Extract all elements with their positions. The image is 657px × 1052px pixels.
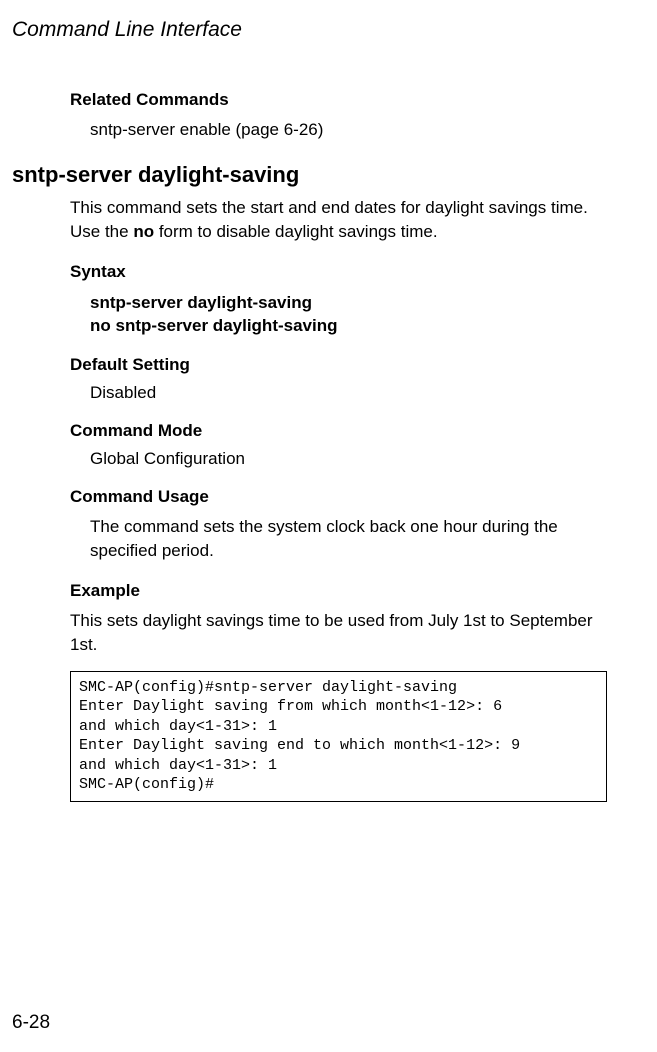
syntax-heading: Syntax xyxy=(70,262,627,282)
section-heading: sntp-server daylight-saving xyxy=(12,162,627,188)
content-area: Related Commands sntp-server enable (pag… xyxy=(0,90,657,802)
page-header: Command Line Interface xyxy=(0,0,657,42)
description-bold: no xyxy=(133,222,154,241)
example-description: This sets daylight savings time to be us… xyxy=(70,609,617,657)
related-command-item: sntp-server enable (page 6-26) xyxy=(90,120,627,140)
section-description: This command sets the start and end date… xyxy=(70,196,617,244)
syntax-line-2: no sntp-server daylight-saving xyxy=(90,315,627,338)
syntax-line-1: sntp-server daylight-saving xyxy=(90,292,627,315)
default-setting-heading: Default Setting xyxy=(70,355,627,375)
command-usage-text: The command sets the system clock back o… xyxy=(90,515,617,563)
command-mode-heading: Command Mode xyxy=(70,421,627,441)
default-setting-value: Disabled xyxy=(90,383,627,403)
command-usage-heading: Command Usage xyxy=(70,487,627,507)
related-commands-heading: Related Commands xyxy=(70,90,627,110)
command-mode-value: Global Configuration xyxy=(90,449,627,469)
page-number: 6-28 xyxy=(12,1012,50,1034)
example-heading: Example xyxy=(70,581,627,601)
description-post: form to disable daylight savings time. xyxy=(154,222,437,241)
example-code-block: SMC-AP(config)#sntp-server daylight-savi… xyxy=(70,671,607,802)
syntax-lines: sntp-server daylight-saving no sntp-serv… xyxy=(90,292,627,338)
